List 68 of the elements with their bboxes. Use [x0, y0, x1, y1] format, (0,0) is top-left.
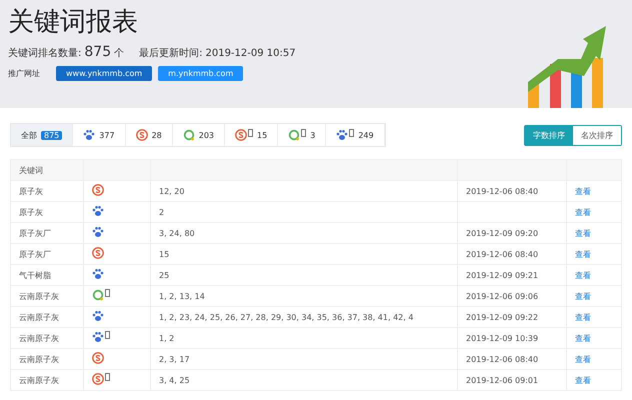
rank-cell: 2	[159, 208, 164, 216]
s-logo-icon	[92, 373, 104, 385]
sort-button[interactable]: 字数排序	[525, 126, 573, 144]
rank-cell: 2, 3, 17	[159, 354, 190, 364]
keyword-cell: 云南原子灰	[19, 292, 59, 300]
ring-icon	[288, 129, 300, 141]
page-title: 关键词报表	[8, 6, 139, 38]
updated-label: 最后更新时间:	[139, 46, 202, 60]
keyword-cell: 原子灰厂	[19, 250, 51, 258]
view-link[interactable]: 查看	[575, 250, 591, 258]
keyword-cell: 云南原子灰	[19, 376, 59, 384]
time-cell: 2019-12-06 08:40	[466, 354, 538, 364]
paw-icon	[92, 205, 104, 217]
s-logo-icon	[92, 352, 104, 364]
keyword-cell: 原子灰	[19, 208, 43, 216]
paw-icon	[92, 331, 104, 343]
ring-icon	[182, 129, 195, 141]
time-cell: 2019-12-06 08:40	[466, 186, 538, 196]
ring-icon	[92, 289, 104, 301]
view-link[interactable]: 查看	[575, 312, 591, 322]
rank-cell: 12, 20	[159, 186, 184, 196]
column-header: 关键词	[19, 166, 43, 174]
rank-cell: 1, 2	[159, 334, 174, 342]
rank-cell: 25	[159, 270, 170, 280]
view-link[interactable]: 查看	[575, 334, 591, 342]
keyword-count: 875	[84, 44, 112, 60]
rank-cell: 1, 2, 13, 14	[159, 292, 205, 300]
view-link[interactable]: 查看	[575, 376, 591, 384]
keyword-cell: 原子灰厂	[19, 228, 51, 238]
paw-icon	[92, 310, 104, 322]
time-cell: 2019-12-09 09:20	[466, 228, 538, 238]
keyword-cell: 云南原子灰	[19, 354, 59, 364]
updated-time: 2019-12-09 10:57	[205, 48, 296, 59]
view-link[interactable]: 查看	[575, 228, 591, 238]
time-cell: 2019-12-06 09:06	[466, 292, 538, 300]
filter-tab[interactable]: 全部 875	[11, 124, 74, 146]
rank-cell: 1, 2, 23, 24, 25, 26, 27, 28, 29, 30, 34, 35, 36, 37, 38, 41, 42, 4	[159, 312, 414, 322]
time-cell: 2019-12-06 09:01	[466, 376, 538, 384]
s-logo-icon	[92, 247, 104, 259]
rank-cell: 15	[159, 250, 170, 258]
view-link[interactable]: 查看	[575, 186, 591, 196]
links-label: 推广网址	[8, 68, 40, 79]
paw-icon	[336, 129, 348, 141]
count-unit: 个	[114, 47, 124, 60]
keyword-cell: 气干树脂	[19, 270, 51, 280]
time-cell: 2019-12-09 09:22	[466, 312, 538, 322]
keyword-cell: 云南原子灰	[19, 334, 59, 342]
s-logo-icon	[235, 129, 248, 141]
site-link-button[interactable]: m.ynkmmb.com	[158, 66, 244, 81]
s-logo-icon	[92, 184, 104, 196]
view-link[interactable]: 查看	[575, 208, 591, 216]
keyword-cell: 云南原子灰	[19, 312, 59, 322]
rank-cell: 3, 24, 80	[159, 228, 195, 238]
keyword-cell: 原子灰	[19, 186, 43, 196]
paw-icon	[92, 268, 104, 280]
count-badge: 875	[41, 130, 62, 140]
time-cell: 2019-12-06 08:40	[466, 250, 538, 258]
time-cell: 2019-12-09 10:39	[466, 334, 538, 342]
view-link[interactable]: 查看	[575, 270, 591, 280]
view-link[interactable]: 查看	[575, 354, 591, 364]
s-logo-icon	[136, 129, 148, 141]
paw-icon	[83, 129, 96, 141]
rank-cell: 3, 4, 25	[159, 376, 190, 384]
site-link-button[interactable]: www.ynkmmb.com	[56, 66, 152, 81]
time-cell: 2019-12-09 09:21	[466, 270, 538, 280]
paw-icon	[92, 226, 104, 238]
count-label: 关键词排名数量:	[8, 46, 82, 60]
view-link[interactable]: 查看	[575, 292, 591, 300]
